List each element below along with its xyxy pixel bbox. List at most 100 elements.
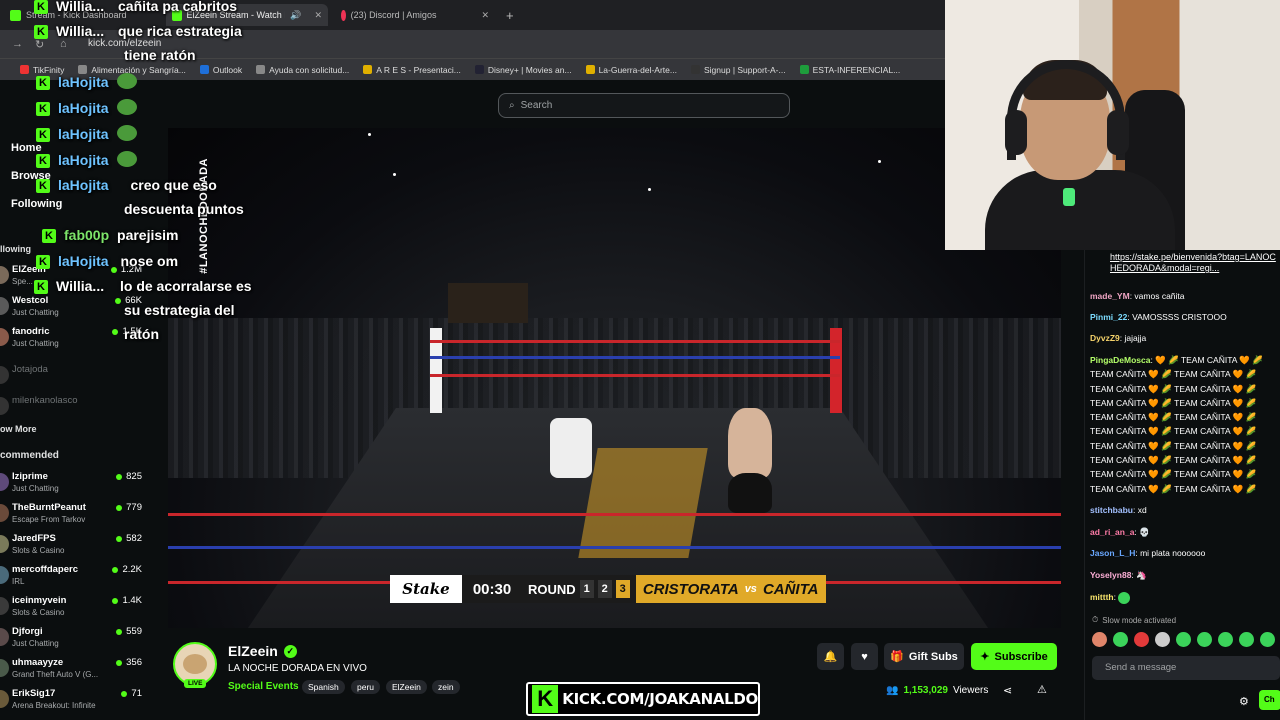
emote-icon[interactable] [1155, 632, 1170, 647]
settings-gear-icon[interactable]: ⚙ [1239, 695, 1249, 708]
channel-name[interactable]: ElZeein ✓ [228, 643, 297, 659]
bookmark[interactable]: Signup | Support-A-... [690, 65, 786, 75]
recommended-channel[interactable]: Iziprime Just Chatting 825 [0, 471, 152, 499]
bookmarks-bar: TikFinity Alimentación y Sangría... Outl… [0, 58, 945, 80]
bookmark[interactable]: ESTA-INFERENCIAL... [799, 65, 900, 75]
tab-discord[interactable]: (23) Discord | Amigos ✕ [335, 4, 495, 26]
recommended-channel[interactable]: TheBurntPeanut Escape From Tarkov 779 [0, 502, 152, 530]
tab-kick-dashboard[interactable]: Stream - Kick Dashboard [4, 4, 164, 26]
follow-button[interactable]: ♥ [851, 643, 878, 670]
reload-icon[interactable]: ↻ [35, 38, 44, 51]
live-dot-icon [116, 628, 123, 635]
bell-icon: 🔔 [823, 651, 838, 663]
recommended-channel[interactable]: iceinmyvein Slots & Casino 1.4K [0, 595, 152, 623]
live-dot-icon [116, 535, 123, 542]
avatar [0, 628, 9, 646]
following-channel[interactable]: ElZeein Spe... 1.2M [0, 264, 152, 292]
bookmark[interactable]: TikFinity [20, 65, 64, 75]
following-channel[interactable]: Westcol Just Chatting 66K [0, 295, 152, 323]
chat-message: PingaDeMosca: 🧡 🌽 TEAM CAÑITA 🧡 🌽 TEAM C… [1090, 355, 1263, 494]
home-icon[interactable]: ⌂ [60, 38, 67, 50]
following-channel[interactable]: fanodric Just Chatting 1.5K [0, 326, 152, 354]
stream-tag[interactable]: ElZeein [386, 680, 427, 694]
live-dot-icon [121, 690, 128, 697]
bookmark[interactable]: Ayuda con solicitud... [256, 65, 349, 75]
pinned-link[interactable]: https://stake.pe/bienvenida?btag=LANOCHE… [1110, 252, 1280, 274]
stream-title: LA NOCHE DORADA EN VIVO [228, 663, 367, 674]
live-dot-icon [112, 328, 119, 335]
ringside-stage [448, 283, 528, 323]
share-icon[interactable]: ⋖ [1003, 684, 1012, 697]
show-more-link[interactable]: ow More [0, 424, 37, 434]
tab-label: Stream - Kick Dashboard [26, 10, 127, 20]
nav-following[interactable]: Following [11, 198, 62, 210]
avatar [0, 473, 9, 491]
boxer-shorts [728, 473, 772, 513]
live-dot-icon [115, 297, 122, 304]
emote-icon[interactable] [1260, 632, 1275, 647]
emote-icon[interactable] [1239, 632, 1254, 647]
bookmark[interactable]: La-Guerra-del-Arte... [585, 65, 677, 75]
stream-tag[interactable]: peru [351, 680, 381, 694]
notification-bell-button[interactable]: 🔔 [817, 643, 844, 670]
nav-home[interactable]: Home [11, 142, 42, 154]
streamer-webcam [945, 0, 1280, 250]
emote-icon[interactable] [1134, 632, 1149, 647]
slow-mode-notice: ⏱ Slow mode activated [1092, 615, 1177, 625]
recommended-channel[interactable]: mercoffdaperc IRL 2.2K [0, 564, 152, 592]
ring-rope [430, 374, 840, 377]
emote-icon[interactable] [1176, 632, 1191, 647]
following-channel[interactable]: Jotajoda [0, 364, 152, 392]
recommended-channel[interactable]: ErikSig17 Arena Breakout: Infinite 71 [0, 688, 152, 716]
stream-category[interactable]: Special Events [228, 681, 299, 692]
close-tab-icon[interactable]: ✕ [481, 10, 489, 21]
tab-elzeein-stream[interactable]: ElZeein Stream - Watch Live 🔊 ✕ [166, 4, 328, 26]
chat-message: made_YM: vamos cañita [1090, 291, 1185, 301]
stage-light [878, 160, 881, 163]
emote-icon[interactable] [1197, 632, 1212, 647]
search-input[interactable]: ⌕ Search [498, 93, 790, 118]
emote-icon[interactable] [1113, 632, 1128, 647]
stage-light [393, 173, 396, 176]
nav-browse[interactable]: Browse [11, 170, 51, 182]
chat-message: Jason_L_H: mi plata noooooo [1090, 548, 1206, 558]
forward-icon[interactable]: → [12, 38, 23, 50]
video-player[interactable]: #LANOCHEDORADA [168, 128, 1061, 628]
kick-logo-icon: K [532, 685, 559, 713]
emote-icon[interactable] [1218, 632, 1233, 647]
avatar [0, 597, 9, 615]
chat-message: stitchbabu: xd [1090, 505, 1147, 515]
recommended-channel[interactable]: JaredFPS Slots & Casino 582 [0, 533, 152, 561]
live-dot-icon [116, 504, 123, 511]
address-bar: → ↻ ⌂ kick.com/elzeein [0, 30, 945, 58]
avatar [0, 266, 9, 284]
bookmark[interactable]: Disney+ | Movies an... [474, 65, 572, 75]
chat-send-button[interactable]: Ch [1259, 690, 1280, 710]
following-channel[interactable]: milenkanolasco [0, 395, 152, 423]
ring-rope [430, 356, 840, 359]
bookmark[interactable]: A R E S - Presentaci... [363, 65, 461, 75]
report-icon[interactable]: ⚠ [1037, 683, 1047, 696]
live-dot-icon [112, 566, 119, 573]
boxer [728, 408, 772, 478]
recommended-channel[interactable]: uhmaayyze Grand Theft Auto V (G... 356 [0, 657, 152, 685]
star-icon: ✦ [980, 651, 990, 663]
fighter-names: CRISTORATA vs CAÑITA [635, 575, 826, 603]
url-field[interactable]: kick.com/elzeein [88, 38, 161, 49]
close-tab-icon[interactable]: ✕ [314, 10, 322, 21]
browser-tab-bar: Stream - Kick Dashboard ElZeein Stream -… [0, 0, 945, 30]
gift-subs-button[interactable]: 🎁 Gift Subs [884, 643, 964, 670]
mic-light [1063, 188, 1075, 206]
bookmark[interactable]: Alimentación y Sangría... [78, 65, 186, 75]
new-tab-button[interactable]: + [500, 4, 520, 26]
subscribe-button[interactable]: ✦ Subscribe [971, 643, 1057, 670]
stream-tag[interactable]: zein [432, 680, 460, 694]
stream-tag[interactable]: Spanish [302, 680, 345, 694]
emote-icon[interactable] [1092, 632, 1107, 647]
chat-message-input[interactable]: Send a message [1092, 656, 1280, 680]
stage-light [368, 133, 371, 136]
recommended-channel[interactable]: Djforgi Just Chatting 559 [0, 626, 152, 654]
speaker-icon: 🔊 [290, 9, 302, 20]
round-timer: 00:30 [462, 575, 522, 603]
bookmark[interactable]: Outlook [199, 65, 242, 75]
